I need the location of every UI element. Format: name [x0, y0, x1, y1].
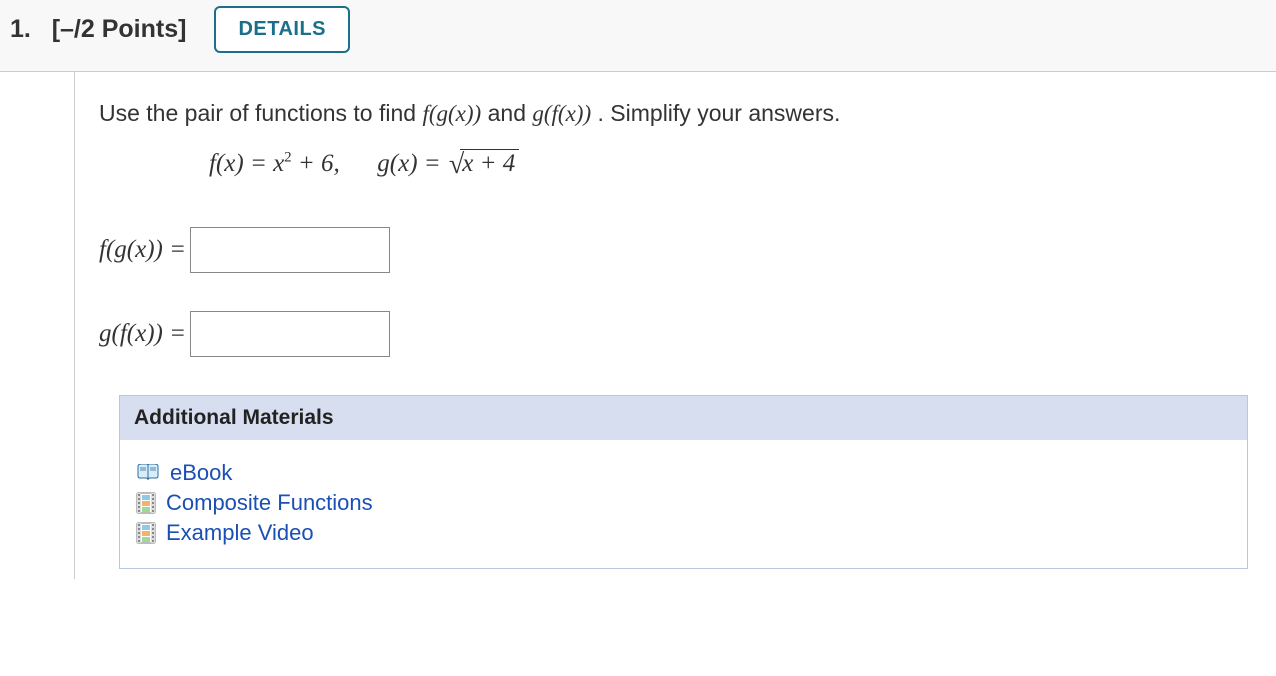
material-link-composite[interactable]: Composite Functions	[136, 490, 1231, 516]
answer-row-gf: g(f(x)) =	[99, 311, 1252, 357]
prompt-prefix: Use the pair of functions to find	[99, 100, 422, 126]
answer2-label: g(f(x)) =	[99, 320, 186, 348]
sqrt-expression: √x + 4	[447, 149, 519, 181]
film-icon	[136, 492, 156, 514]
material-link-label: Example Video	[166, 520, 314, 546]
content-wrap: Use the pair of functions to find f(g(x)…	[0, 72, 1276, 579]
question-header: 1. [–/2 Points] DETAILS	[0, 0, 1276, 72]
material-link-label: eBook	[170, 460, 232, 486]
q-index: 1.	[10, 15, 31, 43]
material-link-example-video[interactable]: Example Video	[136, 520, 1231, 546]
answer-input-gf[interactable]	[190, 311, 390, 357]
prompt-text: Use the pair of functions to find f(g(x)…	[99, 100, 1252, 127]
additional-materials: Additional Materials eBook	[119, 395, 1248, 569]
g-def-lhs: g(x) =	[377, 150, 447, 177]
f-def-lhs: f(x) = x	[209, 150, 284, 177]
question-content: Use the pair of functions to find f(g(x)…	[75, 72, 1276, 579]
prompt-suffix: . Simplify your answers.	[598, 100, 841, 126]
answer-row-fg: f(g(x)) =	[99, 227, 1252, 273]
math-fg: f(g(x))	[422, 101, 481, 126]
material-link-label: Composite Functions	[166, 490, 373, 516]
q-points: [–/2 Points]	[52, 15, 187, 43]
radicand: x + 4	[460, 149, 519, 178]
material-link-ebook[interactable]: eBook	[136, 460, 1231, 486]
film-icon	[136, 522, 156, 544]
answer1-label: f(g(x)) =	[99, 236, 186, 264]
left-gutter	[0, 72, 75, 579]
question-number: 1. [–/2 Points]	[10, 15, 186, 44]
function-definitions: f(x) = x2 + 6, g(x) = √x + 4	[209, 149, 1252, 181]
materials-body: eBook	[120, 440, 1247, 568]
prompt-mid: and	[488, 100, 533, 126]
book-icon	[136, 464, 160, 482]
f-def-exp: 2	[284, 150, 292, 166]
f-def-rhs: + 6,	[292, 150, 340, 177]
details-button[interactable]: DETAILS	[214, 6, 350, 53]
answer-input-fg[interactable]	[190, 227, 390, 273]
materials-header: Additional Materials	[120, 396, 1247, 440]
math-gf: g(f(x))	[532, 101, 591, 126]
